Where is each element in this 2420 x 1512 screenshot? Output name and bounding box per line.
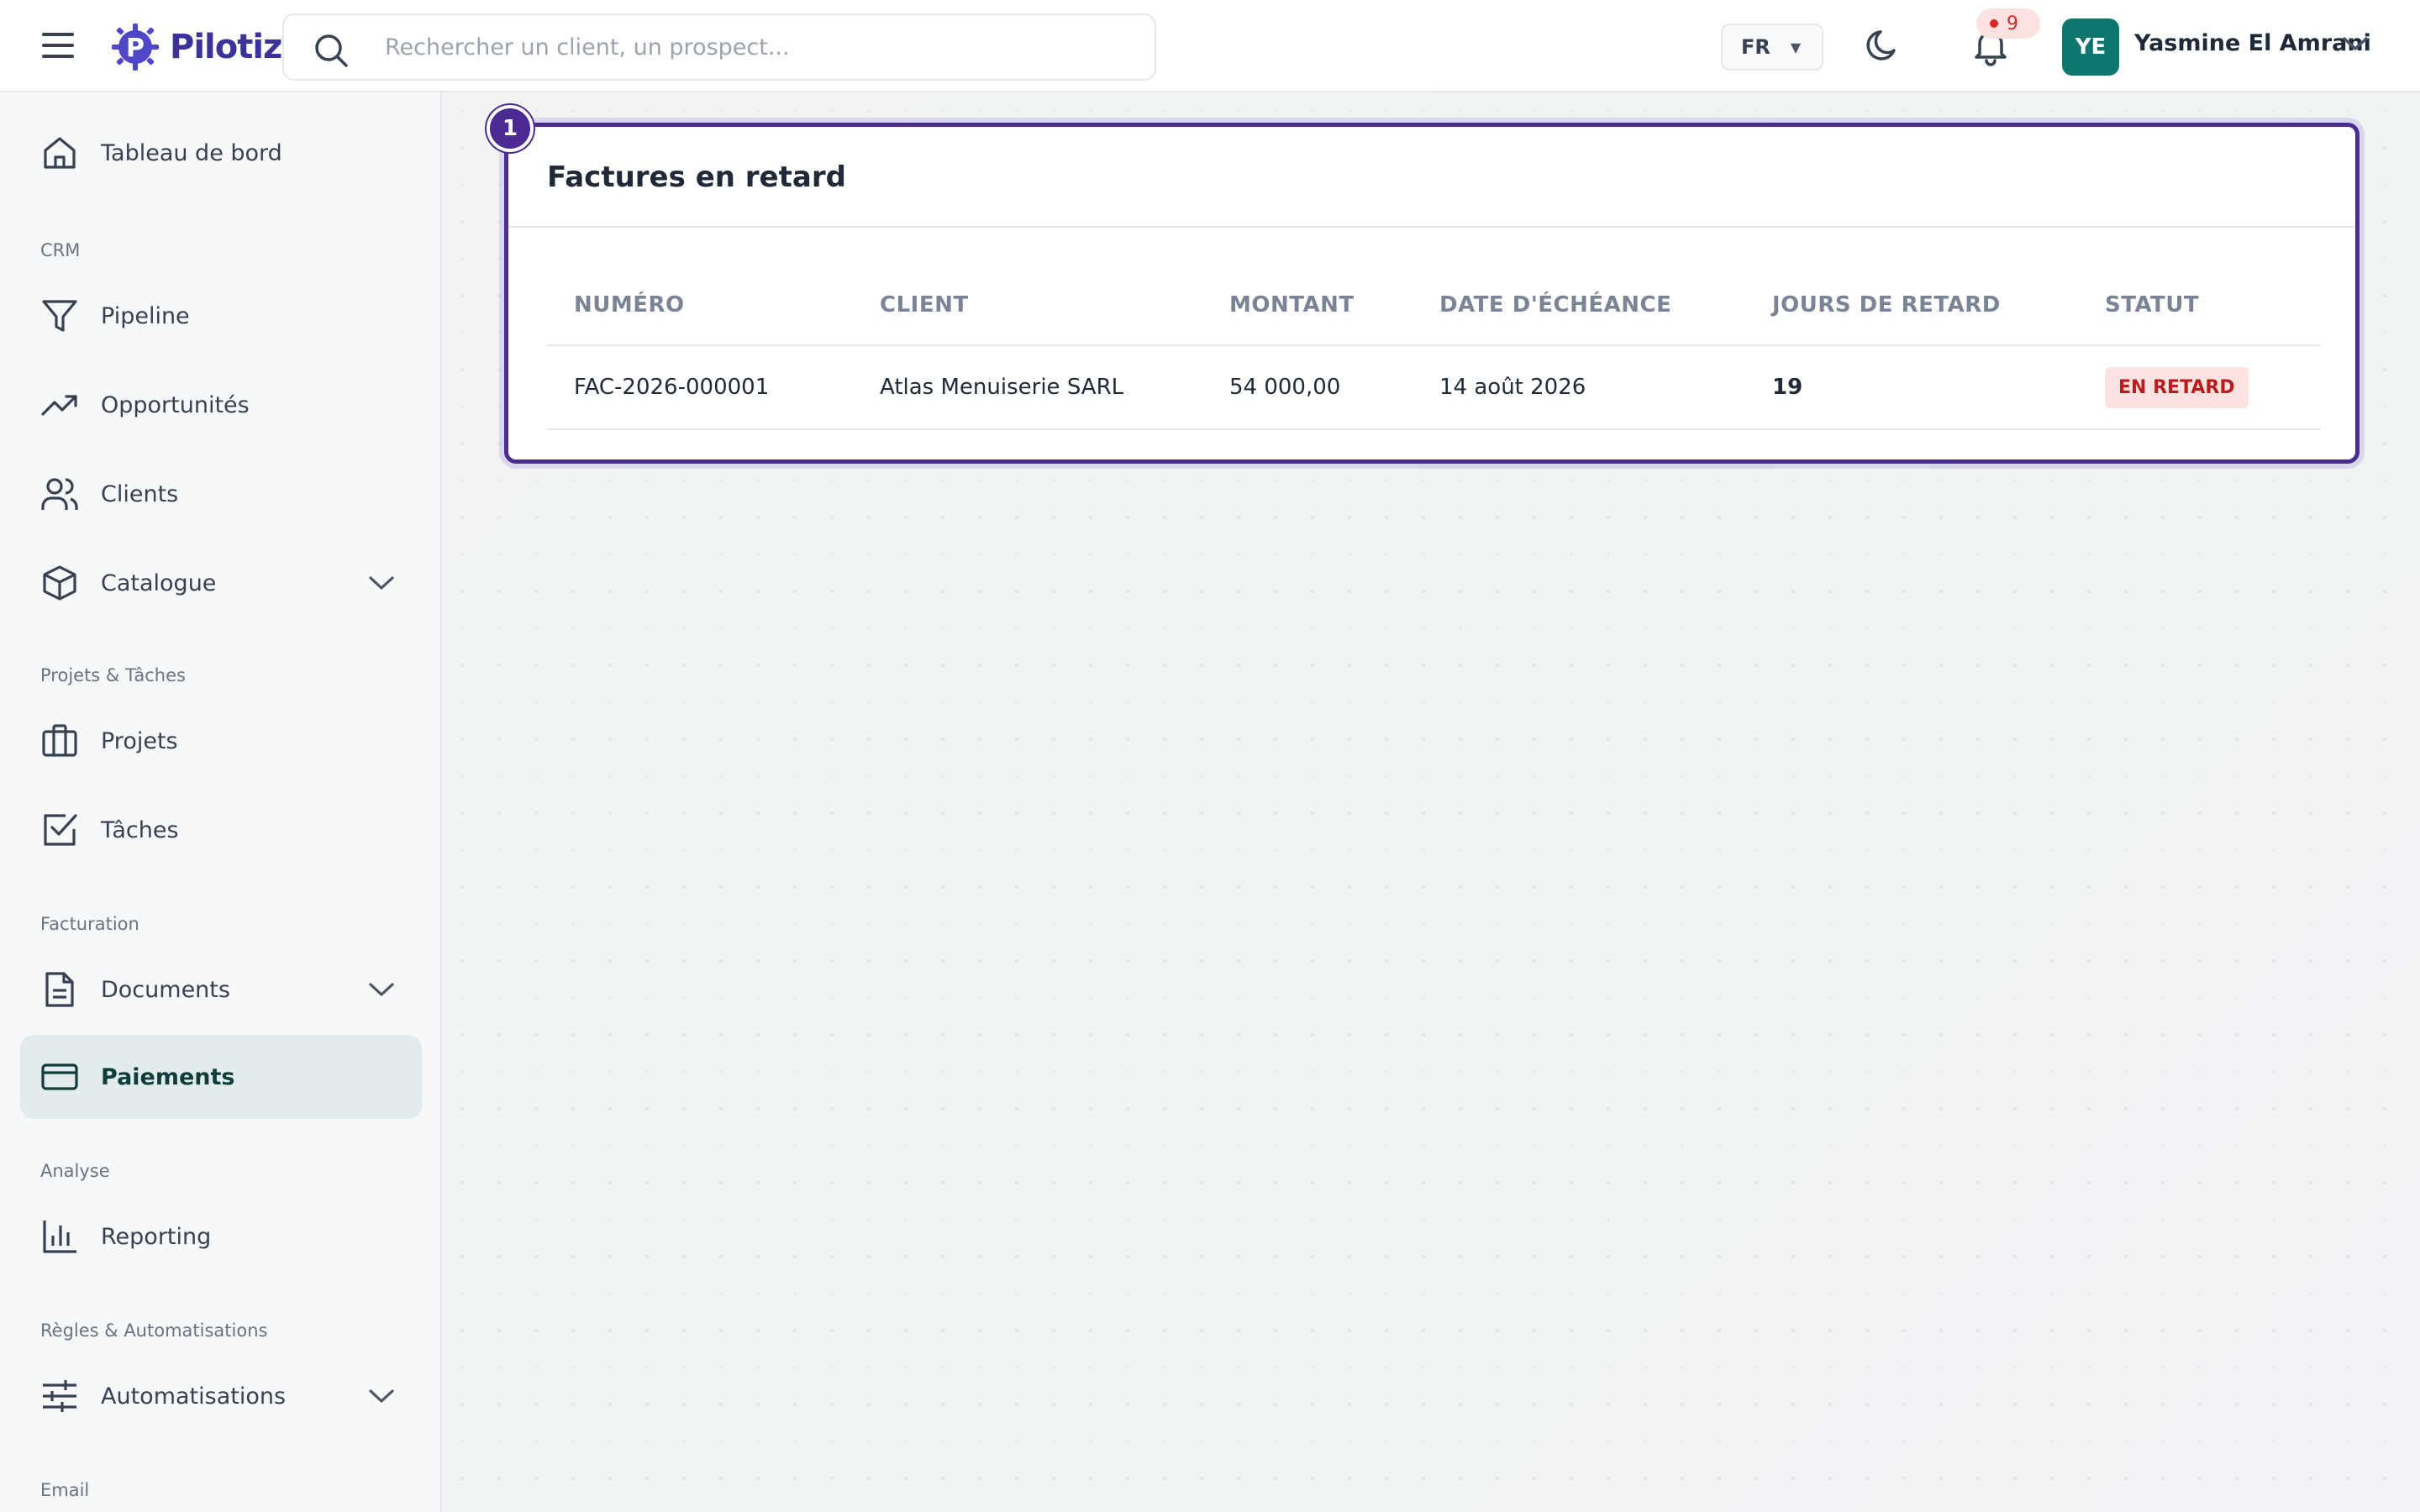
column-header-jours-retard: JOURS DE RETARD — [1745, 265, 2078, 346]
language-value: FR — [1741, 35, 1770, 59]
sidebar-item-label: Reporting — [101, 1223, 212, 1250]
invoice-number[interactable]: FAC-2026-000001 — [547, 345, 853, 430]
search-icon — [315, 34, 348, 67]
avatar[interactable]: YE — [2062, 18, 2119, 76]
home-icon — [44, 137, 76, 169]
column-header-client: CLIENT — [853, 265, 1202, 346]
notification-dot-icon — [1990, 19, 1998, 28]
sidebar-item-label: Tableau de bord — [101, 139, 282, 166]
sidebar-item-paiements[interactable]: Paiements — [20, 1035, 422, 1119]
section-label-projets-taches: Projets & Tâches — [40, 665, 186, 685]
document-icon — [45, 972, 74, 1007]
notification-count: 9 — [2007, 13, 2018, 34]
sliders-icon — [43, 1380, 76, 1412]
search-input[interactable] — [385, 24, 1124, 71]
sidebar-item-label: Pipeline — [101, 302, 190, 329]
svg-text:P: P — [126, 34, 145, 63]
section-label-analyse: Analyse — [40, 1161, 110, 1181]
table-header-row: NUMÉRO CLIENT MONTANT DATE D'ÉCHÉANCE JO… — [547, 265, 2320, 346]
sidebar: Tableau de bord CRM Pipeline Opportunité… — [0, 92, 442, 1512]
sidebar-item-tableau-de-bord[interactable]: Tableau de bord — [20, 111, 422, 195]
section-label-email: Email — [40, 1480, 90, 1500]
sidebar-item-catalogue[interactable]: Catalogue — [20, 541, 422, 625]
menu-icon-line — [42, 33, 74, 36]
sidebar-item-clients[interactable]: Clients — [20, 452, 422, 536]
box-icon — [43, 565, 76, 601]
sidebar-item-label: Clients — [101, 480, 179, 507]
status-badge: EN RETARD — [2105, 366, 2249, 408]
briefcase-icon — [42, 724, 77, 757]
credit-card-icon — [41, 1063, 78, 1090]
sidebar-item-taches[interactable]: Tâches — [20, 788, 422, 872]
language-select[interactable]: FR ▼ — [1721, 24, 1823, 71]
sidebar-item-pipeline[interactable]: Pipeline — [20, 274, 422, 358]
chevron-down-icon[interactable] — [366, 573, 397, 593]
sidebar-item-opportunites[interactable]: Opportunités — [20, 363, 422, 447]
card-title: Factures en retard — [547, 160, 846, 194]
sidebar-item-label: Opportunités — [101, 391, 250, 418]
menu-toggle-button[interactable] — [42, 25, 82, 66]
sidebar-item-reporting[interactable]: Reporting — [20, 1194, 422, 1278]
sidebar-item-label: Projets — [101, 727, 178, 754]
app-logo[interactable]: P Pilotiz — [109, 20, 282, 74]
card-divider — [508, 226, 2355, 228]
user-name[interactable]: Yasmine El Amrani — [2134, 30, 2371, 56]
column-header-numero: NUMÉRO — [547, 265, 853, 346]
sidebar-item-automatisations[interactable]: Automatisations — [20, 1354, 422, 1438]
table-row[interactable]: FAC-2026-000001 Atlas Menuiserie SARL 54… — [547, 345, 2320, 430]
chevron-down-icon[interactable] — [366, 1386, 397, 1406]
section-label-regles-automatisations: Règles & Automatisations — [40, 1320, 268, 1341]
checkbox-icon — [44, 814, 77, 846]
top-bar: P Pilotiz FR ▼ 9 YE Yasmine El Amrani — [0, 0, 2420, 92]
overdue-invoices-card: 1 Factures en retard NUMÉRO CLIENT MONTA… — [487, 105, 2360, 464]
sidebar-item-projets[interactable]: Projets — [20, 699, 422, 783]
invoice-client: Atlas Menuiserie SARL — [853, 345, 1202, 430]
sidebar-item-documents[interactable]: Documents — [20, 948, 422, 1032]
step-badge: 1 — [487, 105, 534, 152]
sidebar-item-label: Tâches — [101, 816, 179, 843]
section-label-crm: CRM — [40, 240, 81, 260]
trending-up-icon — [41, 395, 77, 416]
column-header-statut: STATUT — [2078, 265, 2320, 346]
chevron-down-icon[interactable] — [2341, 32, 2370, 55]
moon-icon[interactable] — [1864, 25, 1904, 66]
caret-down-icon: ▼ — [1790, 39, 1802, 55]
sidebar-item-label: Paiements — [101, 1063, 235, 1090]
chevron-down-icon[interactable] — [366, 979, 397, 1000]
filter-icon — [42, 300, 77, 332]
invoice-due-date: 14 août 2026 — [1413, 345, 1745, 430]
overdue-invoices-table: NUMÉRO CLIENT MONTANT DATE D'ÉCHÉANCE JO… — [547, 265, 2320, 430]
sidebar-item-label: Automatisations — [101, 1383, 287, 1410]
column-header-montant: MONTANT — [1202, 265, 1413, 346]
menu-icon-line — [42, 55, 74, 58]
section-label-facturation: Facturation — [40, 914, 139, 934]
invoice-status-cell: EN RETARD — [2078, 345, 2320, 430]
column-header-date-echeance: DATE D'ÉCHÉANCE — [1413, 265, 1745, 346]
sidebar-item-label: Catalogue — [101, 570, 217, 596]
app-name: Pilotiz — [170, 28, 282, 66]
invoice-amount: 54 000,00 — [1202, 345, 1413, 430]
notification-badge[interactable]: 9 — [1976, 8, 2040, 39]
sidebar-item-label: Documents — [101, 976, 230, 1003]
bar-chart-icon — [43, 1221, 76, 1253]
main-content: 1 Factures en retard NUMÉRO CLIENT MONTA… — [444, 92, 2420, 1512]
users-icon — [41, 478, 78, 510]
search-bar — [282, 13, 1156, 81]
invoice-days-late: 19 — [1745, 345, 2078, 430]
menu-icon-line — [42, 44, 74, 47]
pilotiz-logo-icon: P — [112, 24, 159, 71]
